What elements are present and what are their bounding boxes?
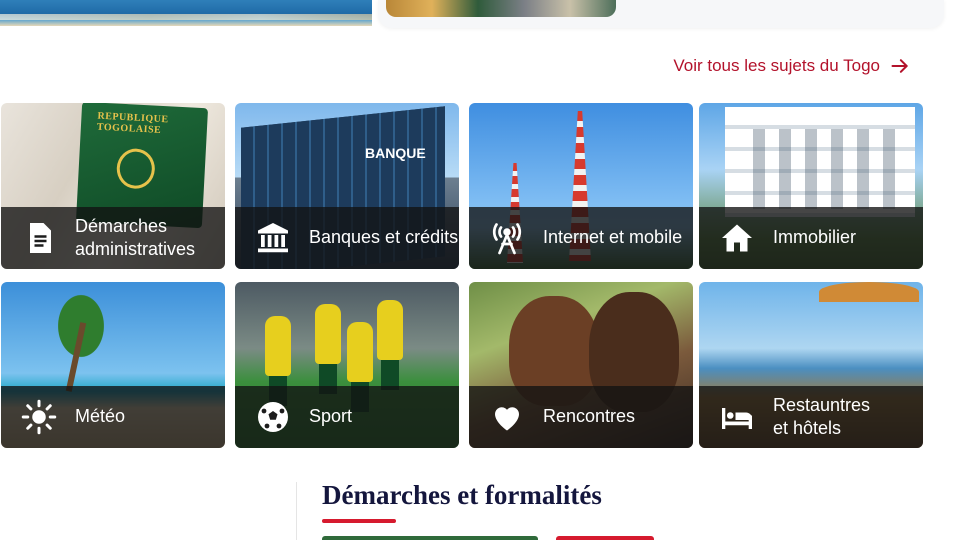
- tile-rencontres[interactable]: Rencontres: [469, 282, 693, 448]
- beach-banner-image[interactable]: [0, 0, 372, 26]
- bank-sign: BANQUE: [365, 145, 426, 161]
- tile-label: Sport: [309, 406, 353, 427]
- antenna-icon: [487, 218, 527, 258]
- sun-icon: [19, 397, 59, 437]
- tile-band: Démarches administratives: [1, 207, 225, 269]
- tile-band: Météo: [1, 386, 225, 448]
- see-all-topics-link[interactable]: Voir tous les sujets du Togo: [673, 56, 910, 76]
- tile-band: Restauntres et hôtels: [699, 386, 923, 448]
- tile-label: Internet et mobile: [543, 227, 683, 248]
- tile-demarches[interactable]: REPUBLIQUE TOGOLAISE Démarches administr…: [1, 103, 225, 269]
- top-card-image[interactable]: [386, 0, 616, 17]
- topics-grid: REPUBLIQUE TOGOLAISE Démarches administr…: [1, 103, 923, 451]
- house-icon: [717, 218, 757, 258]
- see-all-label: Voir tous les sujets du Togo: [673, 56, 880, 75]
- tile-label: Météo: [75, 406, 126, 427]
- section-title: Démarches et formalités: [322, 480, 602, 510]
- bank-icon: [253, 218, 293, 258]
- tile-label: Restauntres et hôtels: [773, 394, 871, 438]
- bed-icon: [717, 397, 757, 437]
- passport-text: REPUBLIQUE TOGOLAISE: [96, 110, 169, 136]
- tile-banques[interactable]: BANQUE Banques et crédits: [235, 103, 459, 269]
- tile-sport[interactable]: Sport: [235, 282, 459, 448]
- soccer-ball-icon: [253, 397, 293, 437]
- heart-icon: [487, 397, 527, 437]
- top-strip: [0, 0, 960, 30]
- tile-label: Démarches administratives: [75, 215, 196, 259]
- tile-restaurants[interactable]: Restauntres et hôtels: [699, 282, 923, 448]
- tile-label: Banques et crédits: [309, 227, 459, 248]
- section-divider: [296, 482, 297, 540]
- tile-band: Banques et crédits: [235, 207, 459, 269]
- document-icon: [19, 218, 59, 258]
- arrow-right-icon: [891, 59, 908, 73]
- tile-band: Sport: [235, 386, 459, 448]
- section-underline: [322, 519, 396, 523]
- tile-band: Rencontres: [469, 386, 693, 448]
- tile-band: Internet et mobile: [469, 207, 693, 269]
- next-card-badge[interactable]: [556, 536, 654, 540]
- tile-band: Immobilier: [699, 207, 923, 269]
- tile-label: Rencontres: [543, 406, 636, 427]
- tile-label: Immobilier: [773, 227, 857, 248]
- tile-internet[interactable]: Internet et mobile: [469, 103, 693, 269]
- next-card-image[interactable]: [322, 536, 538, 540]
- tile-immobilier[interactable]: Immobilier: [699, 103, 923, 269]
- tile-meteo[interactable]: Météo: [1, 282, 225, 448]
